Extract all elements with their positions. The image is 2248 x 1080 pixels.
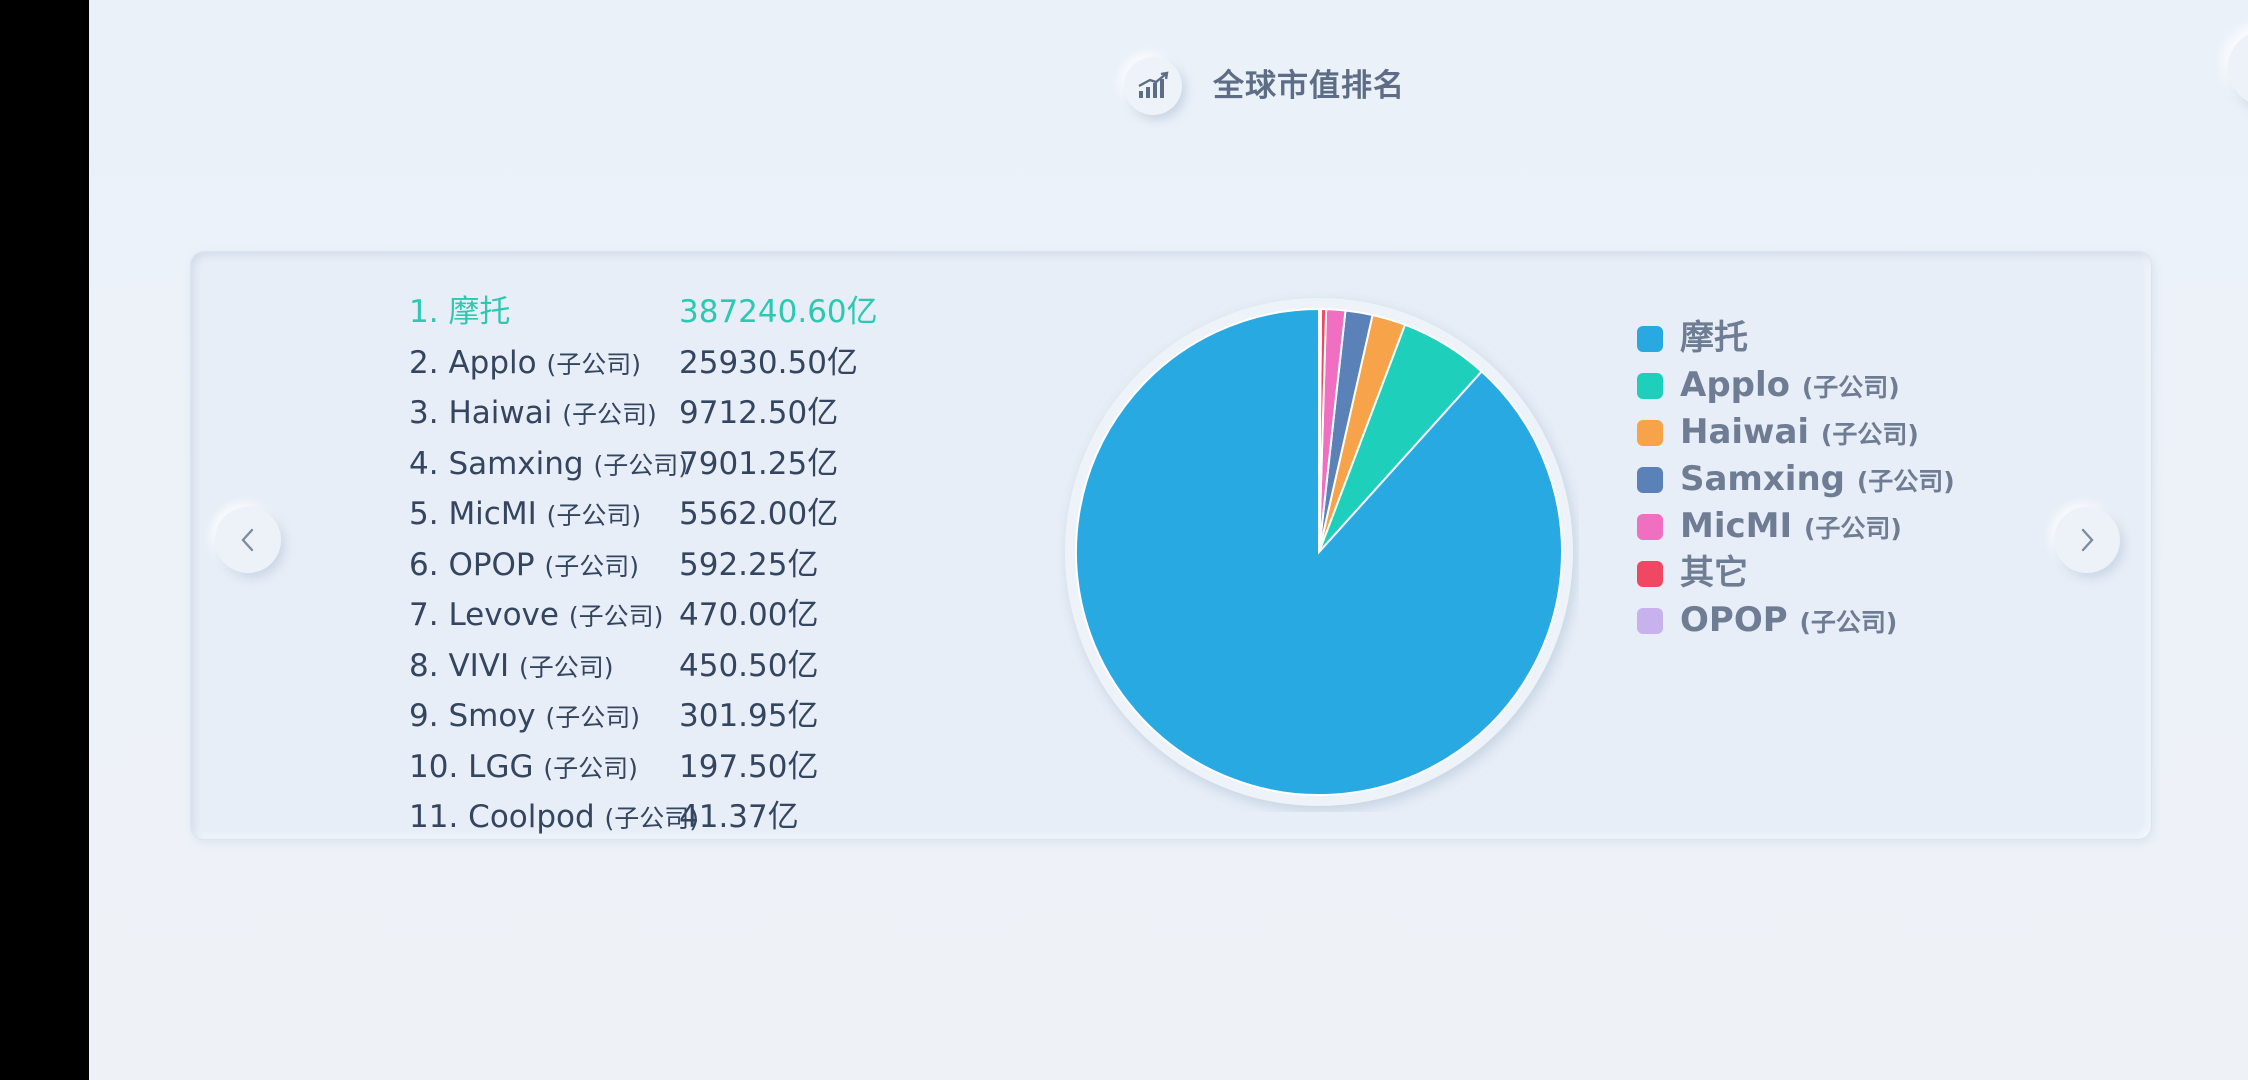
legend-label: MicMI (子公司) xyxy=(1680,506,1902,546)
company-name: 10. LGG (子公司) xyxy=(409,748,638,785)
page-title: 全球市值排名 xyxy=(1213,68,1405,104)
market-cap-pie-chart xyxy=(1065,298,1573,806)
market-value: 592.25亿 xyxy=(679,546,819,583)
legend-swatch xyxy=(1637,373,1663,399)
legend-label: Haiwai (子公司) xyxy=(1680,412,1919,452)
company-name: 3. Haiwai (子公司) xyxy=(409,395,657,431)
previous-button[interactable] xyxy=(215,507,281,573)
market-value: 450.50亿 xyxy=(679,647,819,684)
legend-swatch xyxy=(1637,608,1663,634)
screen: 全球市值排名 1. 摩托 387240.60亿 2. Applo (子公司) 259… xyxy=(89,0,2248,1080)
next-button[interactable] xyxy=(2054,507,2120,573)
legend-swatch xyxy=(1637,326,1663,352)
market-value: 25930.50亿 xyxy=(679,344,858,381)
company-name: 11. Coolpod (子公司) xyxy=(409,799,700,835)
legend-swatch xyxy=(1637,467,1663,493)
trend-chart-icon xyxy=(1124,57,1182,115)
market-value: 7901.25亿 xyxy=(679,445,839,482)
company-name: 1. 摩托 xyxy=(409,294,511,330)
market-value: 197.50亿 xyxy=(679,748,819,785)
company-name: 5. MicMI (子公司) xyxy=(409,496,642,532)
market-value: 5562.00亿 xyxy=(679,496,839,532)
company-name: 8. VIVI (子公司) xyxy=(409,647,614,684)
company-name: 7. Levove (子公司) xyxy=(409,597,664,633)
company-name: 9. Smoy (子公司) xyxy=(409,698,640,734)
company-name: 4. Samxing (子公司) xyxy=(409,445,688,482)
market-value: 301.95亿 xyxy=(679,698,819,734)
close-button[interactable] xyxy=(2228,30,2248,106)
company-name: 6. OPOP (子公司) xyxy=(409,546,640,583)
legend-label: 摩托 xyxy=(1680,318,1748,358)
chevron-left-icon xyxy=(241,528,254,552)
legend-label: Samxing (子公司) xyxy=(1680,459,1955,499)
market-value: 387240.60亿 xyxy=(679,294,878,330)
market-value: 9712.50亿 xyxy=(679,395,839,431)
market-value: 41.37亿 xyxy=(679,799,799,835)
chevron-right-icon xyxy=(2081,528,2094,552)
market-value: 470.00亿 xyxy=(679,597,819,633)
legend-label: OPOP (子公司) xyxy=(1680,600,1898,640)
legend-swatch xyxy=(1637,514,1663,540)
company-name: 2. Applo (子公司) xyxy=(409,344,641,381)
legend-swatch xyxy=(1637,561,1663,587)
legend-label: 其它 xyxy=(1680,553,1748,593)
legend-swatch xyxy=(1637,420,1663,446)
legend-label: Applo (子公司) xyxy=(1680,365,1900,405)
